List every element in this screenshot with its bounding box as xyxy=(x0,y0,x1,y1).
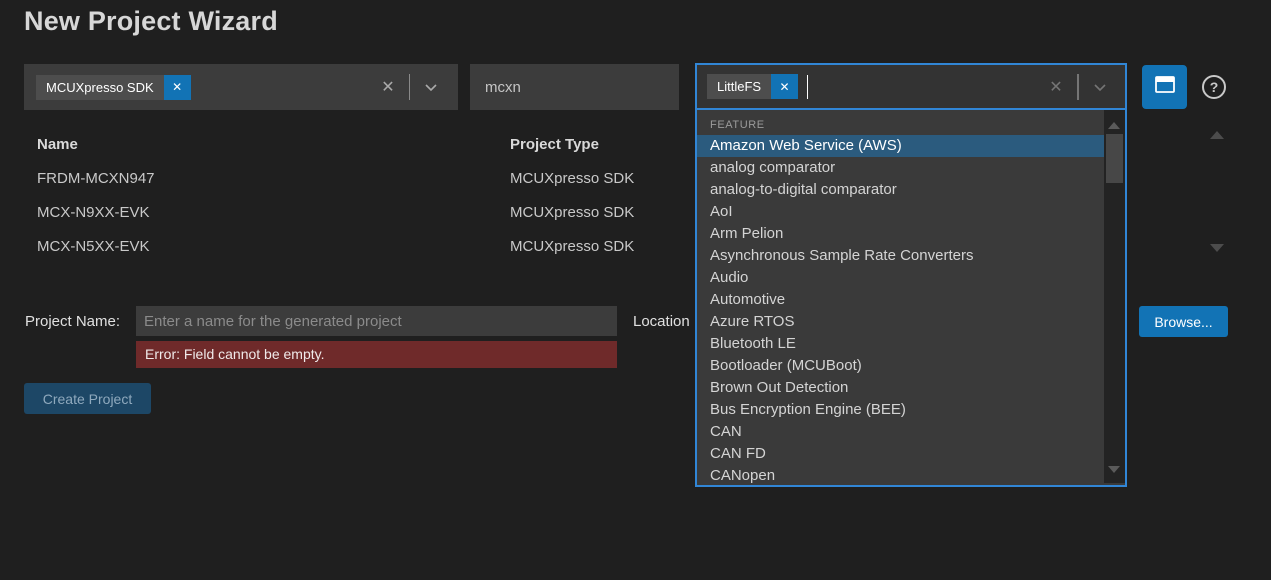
page-title: New Project Wizard xyxy=(24,6,278,37)
divider xyxy=(409,74,410,100)
sdk-filter-clear-icon[interactable]: ✕ xyxy=(373,72,403,102)
feature-list-item[interactable]: CAN FD xyxy=(697,443,1104,465)
feature-list-item[interactable]: analog-to-digital comparator xyxy=(697,179,1104,201)
dropdown-scrollbar[interactable] xyxy=(1104,110,1125,483)
project-type-cell: MCUXpresso SDK xyxy=(510,204,634,221)
sdk-tag-remove-icon[interactable]: ✕ xyxy=(164,75,191,100)
table-row[interactable]: MCX-N5XX-EVK MCUXpresso SDK xyxy=(0,238,690,262)
feature-list-item[interactable]: Azure RTOS xyxy=(697,311,1104,333)
scroll-up-icon[interactable] xyxy=(1210,131,1224,139)
sdk-filter-combobox[interactable]: MCUXpresso SDK ✕ ✕ xyxy=(24,64,458,110)
project-type-cell: MCUXpresso SDK xyxy=(510,238,634,255)
feature-list-item[interactable]: Bootloader (MCUBoot) xyxy=(697,355,1104,377)
feature-list-item[interactable]: analog comparator xyxy=(697,157,1104,179)
project-name-input[interactable] xyxy=(136,306,617,336)
feature-list: Amazon Web Service (AWS) analog comparat… xyxy=(697,135,1125,487)
feature-filter-chevron-down-icon[interactable] xyxy=(1085,72,1115,102)
board-name-cell: MCX-N5XX-EVK xyxy=(37,238,150,255)
table-header-project-type: Project Type xyxy=(510,136,599,153)
sdk-filter-tag: MCUXpresso SDK ✕ xyxy=(36,75,191,100)
sdk-filter-chevron-down-icon[interactable] xyxy=(416,72,446,102)
feature-filter-clear-icon[interactable]: ✕ xyxy=(1041,72,1071,102)
scrollbar-down-icon[interactable] xyxy=(1108,466,1120,473)
board-name-cell: FRDM-MCXN947 xyxy=(37,170,155,187)
feature-list-item[interactable]: Brown Out Detection xyxy=(697,377,1104,399)
project-type-cell: MCUXpresso SDK xyxy=(510,170,634,187)
window-layout-icon xyxy=(1154,75,1176,100)
divider xyxy=(1077,74,1079,100)
toggle-panel-button[interactable] xyxy=(1142,65,1187,109)
feature-list-item[interactable]: Bluetooth LE xyxy=(697,333,1104,355)
sdk-filter-tag-label: MCUXpresso SDK xyxy=(36,75,164,100)
project-name-label: Project Name: xyxy=(25,313,120,330)
feature-list-item[interactable]: Bus Encryption Engine (BEE) xyxy=(697,399,1104,421)
feature-list-item[interactable]: Asynchronous Sample Rate Converters xyxy=(697,245,1104,267)
feature-list-item[interactable]: CANopen xyxy=(697,465,1104,487)
feature-dropdown-panel: FEATURE Amazon Web Service (AWS) analog … xyxy=(695,110,1127,487)
feature-list-item[interactable]: Arm Pelion xyxy=(697,223,1104,245)
question-mark-icon: ? xyxy=(1210,79,1219,95)
create-project-button[interactable]: Create Project xyxy=(24,383,151,414)
table-row[interactable]: FRDM-MCXN947 MCUXpresso SDK xyxy=(0,170,690,194)
feature-filter-tag: LittleFS ✕ xyxy=(707,74,798,99)
board-name-cell: MCX-N9XX-EVK xyxy=(37,204,150,221)
feature-list-item[interactable]: Audio xyxy=(697,267,1104,289)
scrollbar-thumb[interactable] xyxy=(1106,134,1123,183)
feature-filter-combobox[interactable]: LittleFS ✕ ✕ xyxy=(695,63,1127,110)
board-search-input[interactable] xyxy=(470,64,679,110)
validation-error-message: Error: Field cannot be empty. xyxy=(136,341,617,368)
feature-group-label: FEATURE xyxy=(697,110,1125,135)
feature-filter-tag-label: LittleFS xyxy=(707,74,771,99)
help-button[interactable]: ? xyxy=(1202,75,1226,99)
new-project-wizard-window: New Project Wizard MCUXpresso SDK ✕ ✕ Li… xyxy=(0,0,1271,580)
feature-tag-remove-icon[interactable]: ✕ xyxy=(771,74,798,99)
table-header-name: Name xyxy=(37,136,78,153)
feature-list-item[interactable]: Amazon Web Service (AWS) xyxy=(697,135,1104,157)
location-label: Location xyxy=(633,313,690,330)
feature-list-item[interactable]: Automotive xyxy=(697,289,1104,311)
table-row[interactable]: MCX-N9XX-EVK MCUXpresso SDK xyxy=(0,204,690,228)
scroll-down-icon[interactable] xyxy=(1210,244,1224,252)
feature-list-item[interactable]: AoI xyxy=(697,201,1104,223)
feature-list-item[interactable]: CAN xyxy=(697,421,1104,443)
scrollbar-up-icon[interactable] xyxy=(1108,122,1120,129)
text-caret xyxy=(807,75,808,99)
browse-button[interactable]: Browse... xyxy=(1139,306,1228,337)
